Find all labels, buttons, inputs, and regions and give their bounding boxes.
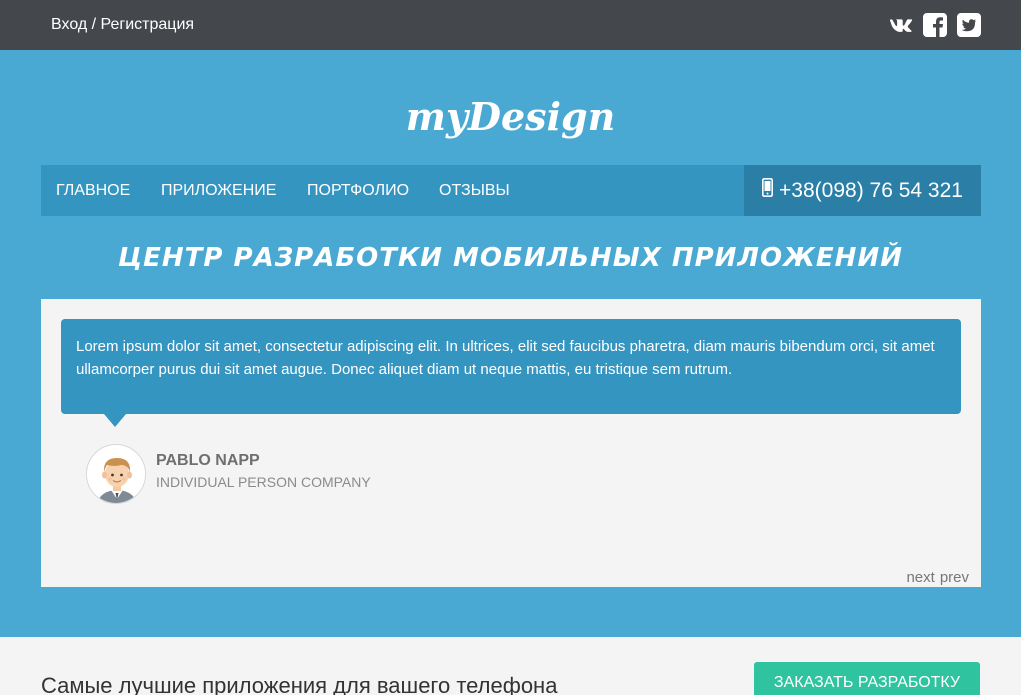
testimonial-bubble: Lorem ipsum dolor sit amet, consectetur …	[61, 319, 961, 414]
login-register-link[interactable]: Вход / Регистрация	[51, 16, 194, 34]
bubble-tail	[104, 414, 126, 427]
nav-item-portfolio[interactable]: ПОРТФОЛИО	[307, 182, 409, 200]
nav-item-home[interactable]: ГЛАВНОЕ	[56, 182, 130, 200]
testimonial-panel: Lorem ipsum dolor sit amet, consectetur …	[41, 299, 981, 587]
order-development-button[interactable]: ЗАКАЗАТЬ РАЗРАБОТКУ	[754, 662, 980, 695]
prev-button[interactable]: prev	[940, 569, 969, 586]
phone-number: +38(098) 76 54 321	[779, 178, 963, 202]
vk-icon[interactable]	[889, 13, 913, 37]
author-company: INDIVIDUAL PERSON COMPANY	[156, 474, 371, 490]
site-logo[interactable]: myDesign	[0, 94, 1021, 139]
author-name: PABLO NAPP	[156, 452, 260, 469]
social-links	[889, 13, 981, 37]
facebook-icon[interactable]	[923, 13, 947, 37]
top-bar: Вход / Регистрация	[0, 0, 1021, 50]
nav-item-reviews[interactable]: ОТЗЫВЫ	[439, 182, 510, 200]
testimonial-pager: next prev	[906, 569, 969, 586]
mobile-phone-icon	[762, 178, 774, 203]
bottom-section: Самые лучшие приложения для вашего телеф…	[0, 637, 1021, 695]
section-headline: Самые лучшие приложения для вашего телеф…	[41, 673, 558, 695]
phone-box[interactable]: +38(098) 76 54 321	[744, 165, 981, 216]
twitter-icon[interactable]	[957, 13, 981, 37]
nav-item-app[interactable]: ПРИЛОЖЕНИЕ	[161, 182, 276, 200]
avatar	[86, 444, 146, 504]
hero-tagline: Центр разработки мобильных приложений	[118, 243, 903, 273]
next-button[interactable]: next	[906, 569, 934, 586]
testimonial-text: Lorem ipsum dolor sit amet, consectetur …	[76, 338, 935, 378]
main-nav: ГЛАВНОЕ ПРИЛОЖЕНИЕ ПОРТФОЛИО ОТЗЫВЫ +38(…	[41, 165, 981, 216]
